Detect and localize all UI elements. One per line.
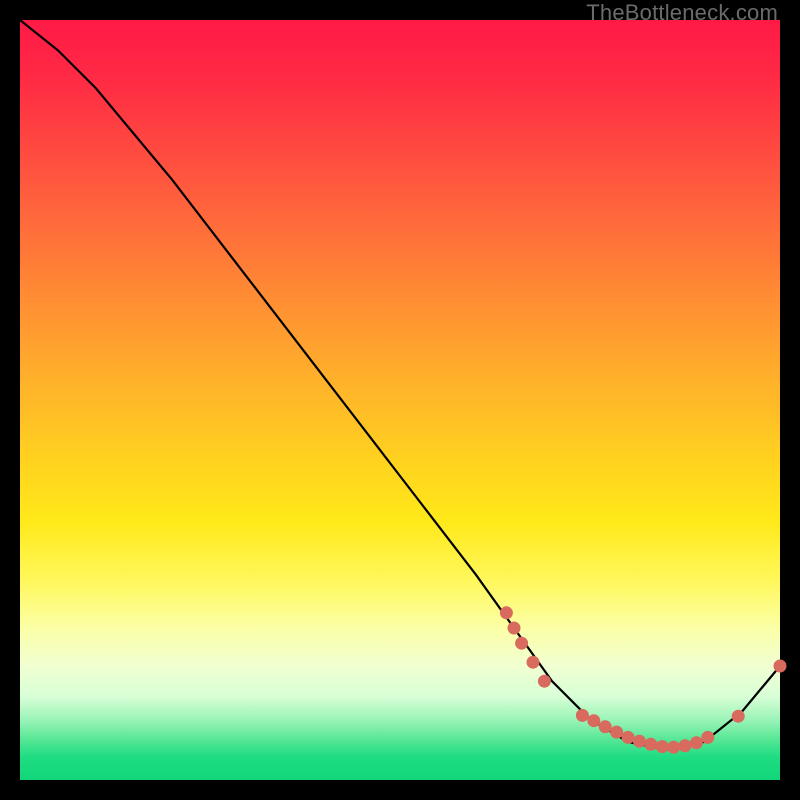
bottleneck-curve [20, 20, 780, 750]
data-marker [633, 735, 645, 747]
data-marker [576, 709, 588, 721]
data-marker [516, 637, 528, 649]
data-marker [668, 741, 680, 753]
data-marker [656, 741, 668, 753]
curve-markers [500, 607, 786, 754]
data-marker [645, 738, 657, 750]
data-marker [774, 660, 786, 672]
chart-frame: TheBottleneck.com [0, 0, 800, 800]
data-marker [622, 731, 634, 743]
data-marker [702, 731, 714, 743]
data-marker [732, 710, 744, 722]
data-marker [679, 740, 691, 752]
data-marker [588, 715, 600, 727]
data-marker [690, 737, 702, 749]
data-marker [500, 607, 512, 619]
data-marker [611, 726, 623, 738]
data-marker [538, 675, 550, 687]
data-marker [508, 622, 520, 634]
data-marker [599, 721, 611, 733]
data-marker [527, 656, 539, 668]
chart-overlay [20, 20, 780, 780]
